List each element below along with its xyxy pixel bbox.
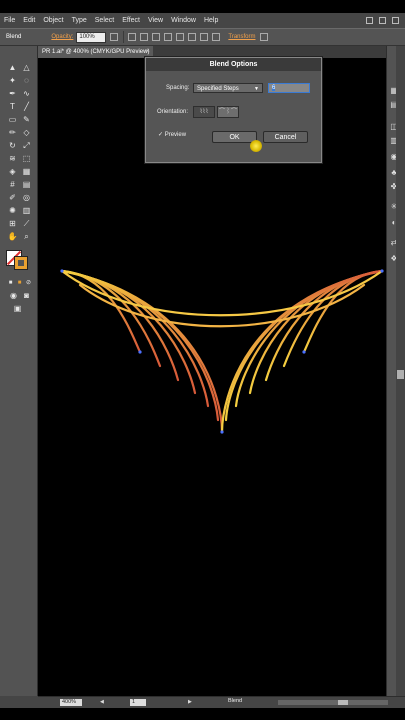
anchor-point[interactable] bbox=[138, 350, 142, 354]
ok-button[interactable]: OK bbox=[212, 131, 257, 143]
horizontal-scrollbar[interactable] bbox=[278, 700, 388, 705]
zoom-field[interactable]: 400% bbox=[60, 699, 82, 706]
bottom-letterbox bbox=[0, 708, 405, 720]
chevron-down-icon: ▼ bbox=[254, 86, 259, 92]
blend-options-dialog: Blend Options Spacing: Specified Steps ▼… bbox=[145, 57, 322, 163]
blend-step-right-6 bbox=[224, 269, 384, 422]
spacing-value: Specified Steps bbox=[197, 86, 239, 92]
status-bar: 400% ◀ 1 ▶ Blend bbox=[38, 696, 405, 708]
horizontal-scrollbar-thumb[interactable] bbox=[338, 700, 348, 705]
artboard-number-field[interactable]: 1 bbox=[130, 699, 146, 706]
dialog-title: Blend Options bbox=[146, 58, 321, 71]
next-artboard-icon[interactable]: ▶ bbox=[188, 699, 192, 705]
steps-value: 6 bbox=[272, 85, 276, 91]
steps-input[interactable]: 6 bbox=[268, 83, 310, 93]
align-to-path-icon: ⌒⌇⌒ bbox=[218, 109, 237, 115]
blend-step-left-6 bbox=[60, 269, 220, 422]
blend-step-left-7 bbox=[60, 269, 224, 434]
blend-step-left-4 bbox=[60, 269, 197, 395]
tools-panel-footer bbox=[0, 696, 38, 708]
blend-step-right-7 bbox=[220, 269, 384, 434]
anchor-point[interactable] bbox=[220, 430, 224, 434]
preview-checkbox[interactable]: ✓ Preview bbox=[158, 131, 186, 138]
preview-label: Preview bbox=[164, 132, 187, 138]
spacing-label: Spacing: bbox=[166, 85, 190, 91]
cancel-button[interactable]: Cancel bbox=[263, 131, 308, 143]
mouse-cursor-highlight bbox=[250, 140, 262, 152]
blend-swag-1 bbox=[60, 269, 384, 317]
scrollbar-thumb[interactable] bbox=[397, 370, 404, 379]
prev-artboard-icon[interactable]: ◀ bbox=[100, 699, 104, 705]
anchor-point[interactable] bbox=[380, 269, 384, 273]
checkmark-icon: ✓ bbox=[158, 132, 164, 138]
align-to-page-icon: ⌇⌇⌇ bbox=[199, 109, 209, 115]
anchor-point[interactable] bbox=[60, 269, 64, 273]
spacing-dropdown[interactable]: Specified Steps ▼ bbox=[193, 83, 263, 93]
align-to-page-button[interactable]: ⌇⌇⌇ bbox=[193, 106, 215, 118]
orientation-label: Orientation: bbox=[157, 109, 189, 115]
anchor-point[interactable] bbox=[302, 350, 306, 354]
status-tool-name: Blend bbox=[228, 698, 243, 704]
align-to-path-button[interactable]: ⌒⌇⌒ bbox=[217, 106, 239, 118]
